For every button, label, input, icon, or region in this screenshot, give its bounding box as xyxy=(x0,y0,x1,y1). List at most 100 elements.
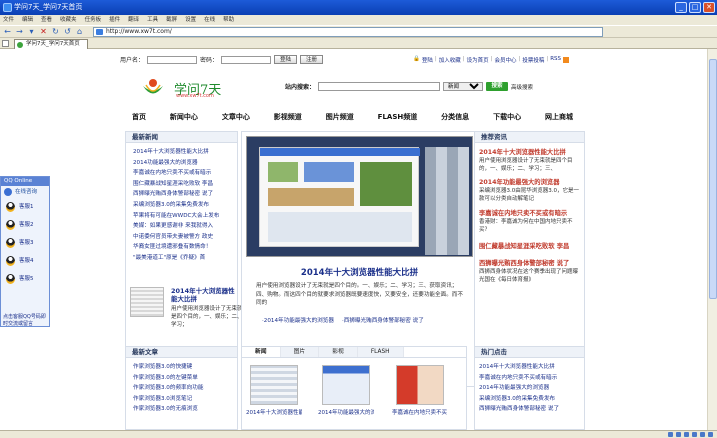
menu-taskboard[interactable]: 任务板 xyxy=(85,15,102,25)
address-bar[interactable]: http://www.xw7t.com/ xyxy=(93,26,603,37)
list-item[interactable]: 华裔女匪过境遭邪叠有数情命！ xyxy=(133,242,234,253)
menu-file[interactable]: 文件 xyxy=(3,15,14,25)
maximize-button[interactable]: □ xyxy=(689,2,701,13)
search-button[interactable]: 搜索 xyxy=(486,82,509,91)
list-item[interactable]: 苹果将有可能在WWDC大会上发布 xyxy=(133,211,234,222)
recommend-head[interactable]: 围仁藏暴战知星涯采吃败软 李昌 xyxy=(479,242,580,251)
toplink-login[interactable]: 登陆 xyxy=(422,56,433,64)
list-item[interactable]: 2014功能最强大的浏览器 xyxy=(133,158,234,169)
qq-service-2[interactable]: 客服2 xyxy=(1,216,49,234)
site-logo[interactable]: 学问7天 www.xw7t.com xyxy=(141,77,233,101)
undo-icon[interactable]: ↺ xyxy=(63,27,72,37)
status-icon[interactable] xyxy=(700,432,705,437)
list-item[interactable]: 西狮曝光贿西身体警部秘密 说了 xyxy=(133,189,234,200)
recommend-head[interactable]: 西狮曝光贿西身体警部秘密 说了 xyxy=(479,259,580,268)
list-item[interactable]: 西狮曝光贿西身体警部秘密 说了 xyxy=(479,404,581,415)
tab-flash[interactable]: FLASH xyxy=(357,347,404,357)
list-item[interactable]: 作家浏览器3.0的左键菜单 xyxy=(133,373,234,384)
related-link[interactable]: ·西狮曝光贿西身体警部秘密 说了 xyxy=(342,316,424,324)
qq-online-consult[interactable]: 在线咨询 xyxy=(1,186,49,198)
pic-thumbnail[interactable] xyxy=(322,365,370,405)
toplink-member[interactable]: 会员中心 xyxy=(494,56,516,64)
close-button[interactable]: ✕ xyxy=(703,2,715,13)
toplink-favorite[interactable]: 加入收藏 xyxy=(439,56,461,64)
nav-video[interactable]: 影视频道 xyxy=(274,111,302,124)
nav-articles[interactable]: 文章中心 xyxy=(222,111,250,124)
vertical-scrollbar[interactable] xyxy=(707,49,717,430)
list-item[interactable]: 李嘉诚在内地只卖不买或有暗示 xyxy=(479,373,581,384)
status-icon[interactable] xyxy=(676,432,681,437)
feature-title[interactable]: 2014年十大浏览器性能大比拼 xyxy=(171,287,236,303)
list-item[interactable]: 采编浏览器3.0的采集免费发布 xyxy=(479,394,581,405)
nav-downloads[interactable]: 下载中心 xyxy=(493,111,521,124)
status-icon[interactable] xyxy=(692,432,697,437)
dropdown-icon[interactable]: ▾ xyxy=(27,27,36,37)
register-button[interactable]: 注册 xyxy=(300,55,324,64)
list-item[interactable]: 采编浏览器3.0的采集免费发布 xyxy=(133,200,234,211)
tab-homepage[interactable]: 学问7天_学问7天首页 xyxy=(14,39,88,49)
nav-home[interactable]: 首页 xyxy=(132,111,146,124)
recommend-head[interactable]: 李嘉诚在内地只卖不买或有暗示 xyxy=(479,209,580,218)
nav-news[interactable]: 新闻中心 xyxy=(170,111,198,124)
recommend-head[interactable]: 2014年十大浏览器性能大比拼 xyxy=(479,148,580,157)
pic-caption[interactable]: 李嘉诚在内地只卖不买 xyxy=(392,408,448,416)
menu-tools[interactable]: 工具 xyxy=(147,15,158,25)
recommend-head[interactable]: 2014年功能最强大的浏览器 xyxy=(479,178,580,187)
status-icon[interactable] xyxy=(668,432,673,437)
nav-shop[interactable]: 网上商城 xyxy=(545,111,573,124)
pic-thumbnail[interactable] xyxy=(396,365,444,405)
status-icon[interactable] xyxy=(708,432,713,437)
pic-caption[interactable]: 2014年功能最强大的浏 xyxy=(318,408,374,416)
tab-news[interactable]: 新闻 xyxy=(242,347,281,357)
headline-title[interactable]: 2014年十大浏览器性能大比拼 xyxy=(242,266,477,278)
menu-favorites[interactable]: 收藏夹 xyxy=(60,15,77,25)
menu-plugins[interactable]: 插件 xyxy=(109,15,120,25)
headline-image[interactable] xyxy=(246,136,473,257)
list-item[interactable]: 作家浏览器3.0的频率向功能 xyxy=(133,383,234,394)
scrollbar-thumb[interactable] xyxy=(709,59,717,299)
qq-service-4[interactable]: 客服4 xyxy=(1,252,49,270)
tab-pictures[interactable]: 图片 xyxy=(280,347,320,357)
menu-translate[interactable]: 翻译 xyxy=(128,15,139,25)
qq-service-1[interactable]: 客服1 xyxy=(1,198,49,216)
qq-service-3[interactable]: 客服3 xyxy=(1,234,49,252)
toplink-submit[interactable]: 投票投稿 xyxy=(522,56,544,64)
pic-thumbnail[interactable] xyxy=(250,365,298,405)
menu-screenshot[interactable]: 截屏 xyxy=(166,15,177,25)
list-item[interactable]: 美媒：如果更感谢非 来我就得入 xyxy=(133,221,234,232)
minimize-button[interactable]: _ xyxy=(675,2,687,13)
list-item[interactable]: 2014年十大浏览器性能大比拼 xyxy=(479,362,581,373)
search-input[interactable] xyxy=(318,82,441,91)
list-item[interactable]: 围仁藏暴战知星涯采吃败软 李昌 xyxy=(133,179,234,190)
list-item[interactable]: 作家浏览器3.0的快捷键 xyxy=(133,362,234,373)
pic-caption[interactable]: 2014年十大浏览器性能 xyxy=(246,408,302,416)
list-item[interactable]: 2014年十大浏览器性能大比拼 xyxy=(133,147,234,158)
toplink-rss[interactable]: RSS xyxy=(550,56,561,64)
forward-arrow-icon[interactable]: → xyxy=(15,27,24,37)
toplink-sethome[interactable]: 设为首页 xyxy=(467,56,489,64)
menu-settings[interactable]: 设置 xyxy=(185,15,196,25)
advanced-search-link[interactable]: 高级搜索 xyxy=(511,83,533,91)
home-icon[interactable]: ⌂ xyxy=(75,27,84,37)
list-item[interactable]: 中诺委何官员带夫妻被警方 政史 xyxy=(133,232,234,243)
back-arrow-icon[interactable]: ← xyxy=(3,27,12,37)
login-button[interactable]: 登陆 xyxy=(274,55,298,64)
related-link[interactable]: ·2014年功能最强大的浏览器 xyxy=(262,316,334,324)
rss-icon[interactable] xyxy=(563,57,570,63)
search-category-select[interactable]: 新闻 xyxy=(443,82,484,91)
menu-view[interactable]: 查看 xyxy=(41,15,52,25)
feature-thumbnail[interactable] xyxy=(130,287,164,317)
list-item[interactable]: 2014年功能最强大的浏览器 xyxy=(479,383,581,394)
nav-pictures[interactable]: 图片频道 xyxy=(326,111,354,124)
password-input[interactable] xyxy=(221,55,272,64)
nav-classifieds[interactable]: 分类信息 xyxy=(441,111,469,124)
list-item[interactable]: 李嘉诚在内地只卖不买或有暗示 xyxy=(133,168,234,179)
status-icon[interactable] xyxy=(684,432,689,437)
refresh-icon[interactable]: ↻ xyxy=(51,27,60,37)
menu-online[interactable]: 在线 xyxy=(204,15,215,25)
new-tab-icon[interactable] xyxy=(2,40,9,47)
nav-flash[interactable]: FLASH频道 xyxy=(378,111,418,124)
menu-help[interactable]: 帮助 xyxy=(223,15,234,25)
list-item[interactable]: 作家浏览器3.0的无痕浏览 xyxy=(133,404,234,415)
qq-service-5[interactable]: 客服5 xyxy=(1,270,49,288)
